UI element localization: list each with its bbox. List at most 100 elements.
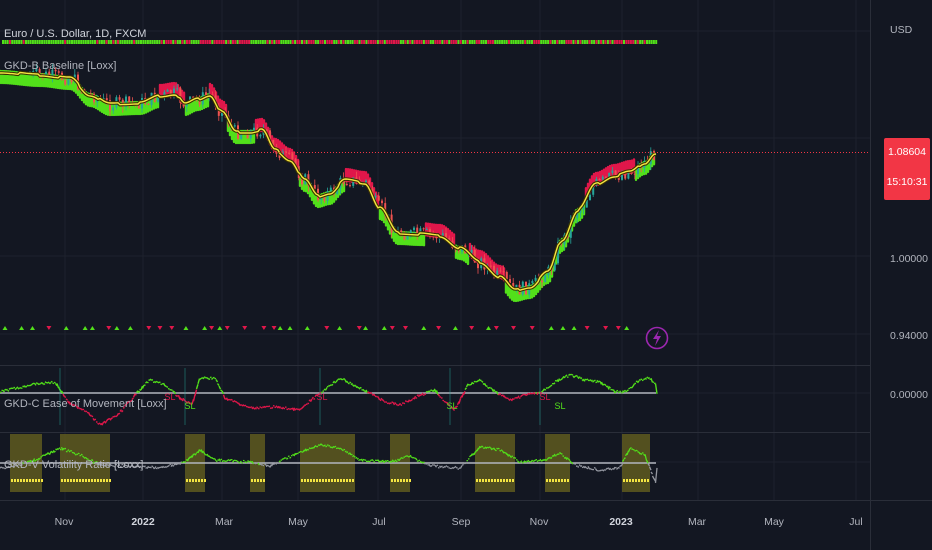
candle-body (422, 228, 425, 230)
ease-segment (641, 379, 644, 382)
ease-indicator-title[interactable]: GKD-C Ease of Movement [Loxx] (4, 398, 167, 410)
signal-dot (583, 40, 586, 44)
tradingview-chart[interactable]: SLSLSLSLSLSL 1.000000.940000.00000Nov 202… (0, 0, 932, 550)
signal-dot (266, 40, 269, 44)
signal-dot (121, 40, 124, 44)
signal-dot (399, 40, 402, 44)
baseline-indicator-title[interactable]: GKD-B Baseline [Loxx] (4, 60, 117, 72)
vol-dot (494, 479, 496, 482)
vol-segment (494, 449, 497, 452)
vol-dot (482, 479, 484, 482)
candle-body (233, 125, 236, 127)
signal-dot (321, 40, 324, 44)
candle-body (582, 207, 585, 210)
vol-dot (94, 479, 96, 482)
ease-segment (580, 377, 583, 380)
ease-segment (628, 387, 631, 390)
time-axis-label: 2022 (131, 516, 155, 528)
signal-dot (319, 40, 322, 44)
signal-dot (273, 40, 276, 44)
signal-dot (370, 40, 372, 44)
signal-dot (45, 40, 48, 44)
signal-dot (117, 40, 119, 44)
vol-dot (61, 479, 63, 482)
signal-dot (186, 40, 188, 44)
signal-dot (404, 40, 407, 44)
signal-dot (554, 40, 556, 44)
ease-segment (497, 393, 500, 396)
vol-segment (590, 468, 593, 471)
time-axis-label: Sep (452, 516, 471, 528)
signal-dot (38, 40, 41, 44)
signal-dot (317, 40, 320, 44)
signal-dot (275, 40, 278, 44)
signal-dot (149, 40, 152, 44)
signal-dot (356, 40, 359, 44)
vol-segment (461, 464, 464, 466)
vol-segment (70, 449, 73, 452)
signal-dot (425, 40, 428, 44)
vol-dot (400, 479, 402, 482)
signal-dot (2, 40, 4, 44)
vol-dot (76, 479, 78, 482)
signal-dot (367, 40, 370, 44)
signal-dot (604, 40, 607, 44)
ease-segment (347, 382, 350, 385)
candle-body (413, 227, 415, 231)
ease-segment (586, 378, 589, 381)
signal-dot (296, 40, 299, 44)
signal-dot (344, 40, 347, 44)
vol-segment (65, 450, 68, 453)
ease-segment (289, 408, 292, 411)
signal-dot (289, 40, 292, 44)
vol-dot (307, 479, 309, 482)
candle-body (489, 265, 492, 267)
vol-segment (578, 464, 581, 467)
signal-dot (15, 40, 18, 44)
signal-dot (434, 40, 437, 44)
signal-dot (232, 40, 234, 44)
vol-dot (343, 479, 345, 482)
signal-dot (485, 40, 487, 44)
vol-dot (346, 479, 348, 482)
ease-segment (397, 404, 400, 407)
vol-dot (629, 479, 631, 482)
signal-dot (606, 40, 609, 44)
vol-dot (26, 479, 28, 482)
signal-dot (632, 40, 635, 44)
signal-dot (397, 40, 400, 44)
vol-dot (641, 479, 643, 482)
signal-dot (271, 40, 274, 44)
vol-segment (362, 458, 365, 461)
vol-dot (301, 479, 303, 482)
volatility-indicator-title[interactable]: GKD-V Volatility Ratio [Loxx] (4, 459, 143, 471)
signal-dot (445, 40, 448, 44)
signal-dot (314, 40, 317, 44)
signal-dot (11, 40, 14, 44)
signal-dot (326, 40, 329, 44)
ease-segment (587, 379, 590, 382)
signal-dot (218, 40, 221, 44)
vol-dot (479, 479, 481, 482)
vol-segment (358, 459, 361, 462)
ease-segment (103, 420, 106, 423)
sl-label: SL (554, 401, 565, 411)
vol-dot (260, 479, 262, 482)
signal-dot (43, 40, 46, 44)
vol-segment (520, 460, 523, 463)
ease-segment (299, 407, 302, 410)
signal-dot (544, 40, 547, 44)
vol-dot (73, 479, 75, 482)
signal-dot (18, 40, 21, 44)
signal-dot (609, 40, 612, 44)
vol-dot (106, 479, 108, 482)
ease-segment (233, 399, 236, 403)
ease-segment (244, 404, 247, 407)
vol-segment (334, 445, 337, 448)
vol-dot (564, 479, 566, 482)
ease-segment (593, 379, 596, 382)
symbol-title[interactable]: Euro / U.S. Dollar, 1D, FXCM (4, 28, 146, 40)
signal-dot (655, 40, 658, 44)
vol-segment (496, 447, 499, 450)
ease-segment (331, 383, 334, 387)
